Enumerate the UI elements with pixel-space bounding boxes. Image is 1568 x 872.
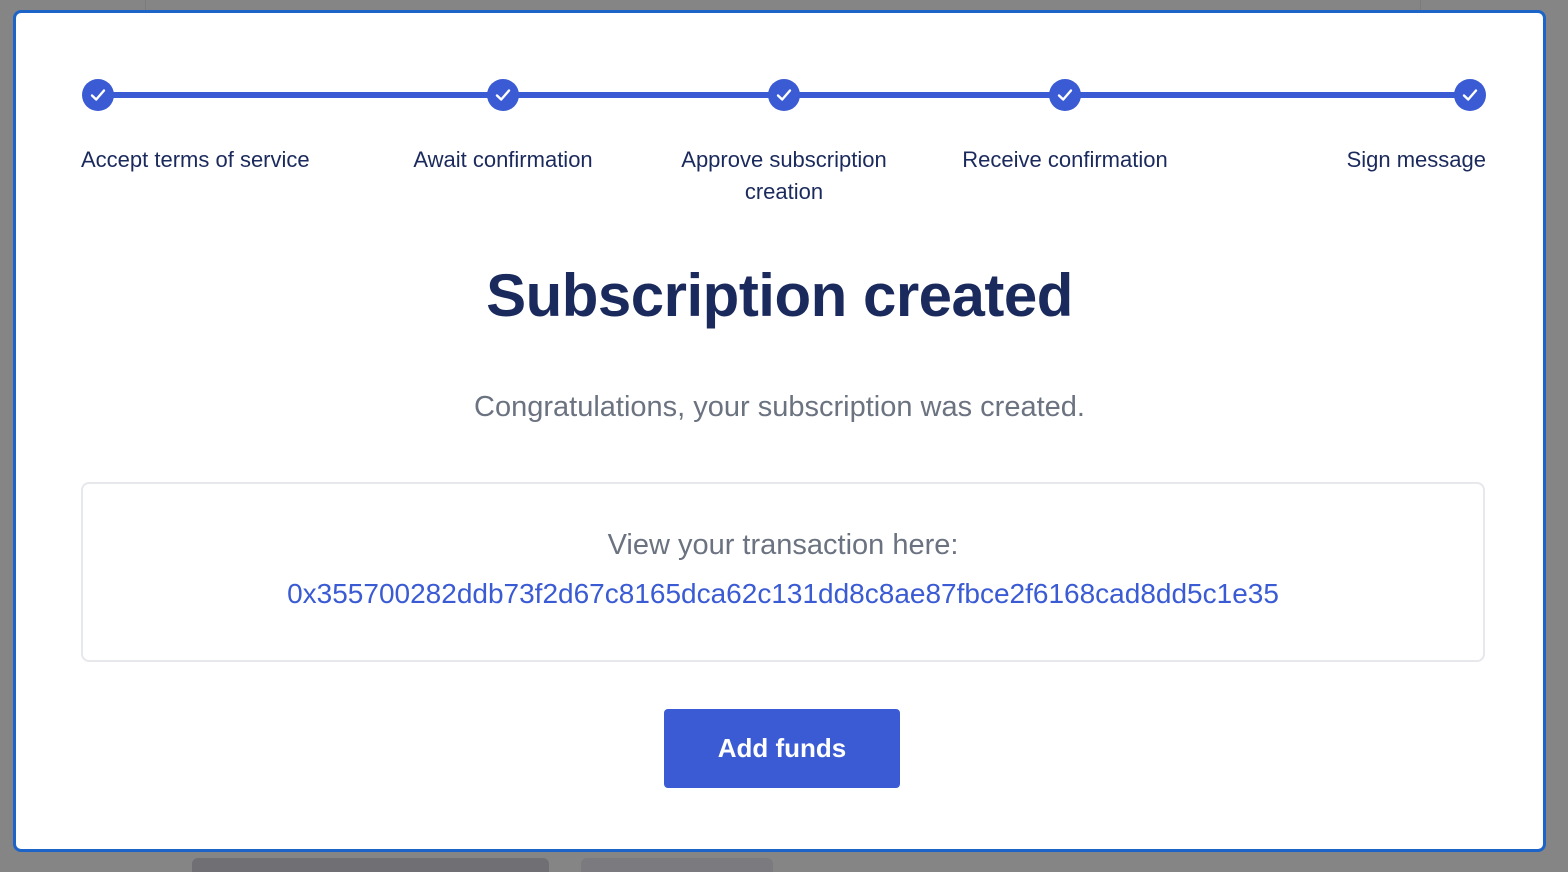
step-3-label-line2: creation	[744, 179, 824, 204]
backdrop-divider	[145, 0, 146, 10]
check-icon	[1057, 89, 1073, 101]
check-icon	[1462, 89, 1478, 101]
step-3-check	[768, 79, 800, 111]
check-icon	[90, 89, 106, 101]
page-title: Subscription created	[486, 262, 1073, 329]
add-funds-button[interactable]: Add funds	[664, 709, 900, 788]
step-4-check	[1049, 79, 1081, 111]
subscription-modal: Accept terms of service Await confirmati…	[13, 10, 1546, 852]
step-3-label-line1: Approve subscription	[681, 147, 887, 172]
success-message: Congratulations, your subscription was c…	[474, 391, 1085, 423]
check-icon	[776, 89, 792, 101]
transaction-card: View your transaction here: 0x355700282d…	[81, 482, 1485, 662]
backdrop-element	[192, 858, 549, 872]
step-5-label: Sign message	[1346, 147, 1486, 172]
step-5-check	[1454, 79, 1486, 111]
transaction-hash-link[interactable]: 0x355700282ddb73f2d67c8165dca62c131dd8c8…	[83, 578, 1483, 610]
progress-stepper: Accept terms of service Await confirmati…	[16, 13, 1543, 233]
transaction-label: View your transaction here:	[607, 529, 959, 561]
step-3-label: Approve subscription creation	[634, 144, 934, 208]
step-1-label: Accept terms of service	[81, 147, 310, 172]
backdrop-element	[581, 858, 773, 872]
step-1-check	[82, 79, 114, 111]
step-2-check	[487, 79, 519, 111]
check-icon	[495, 89, 511, 101]
step-2-label: Await confirmation	[413, 147, 593, 172]
backdrop-divider	[1420, 0, 1421, 10]
step-4-label: Receive confirmation	[962, 147, 1168, 172]
